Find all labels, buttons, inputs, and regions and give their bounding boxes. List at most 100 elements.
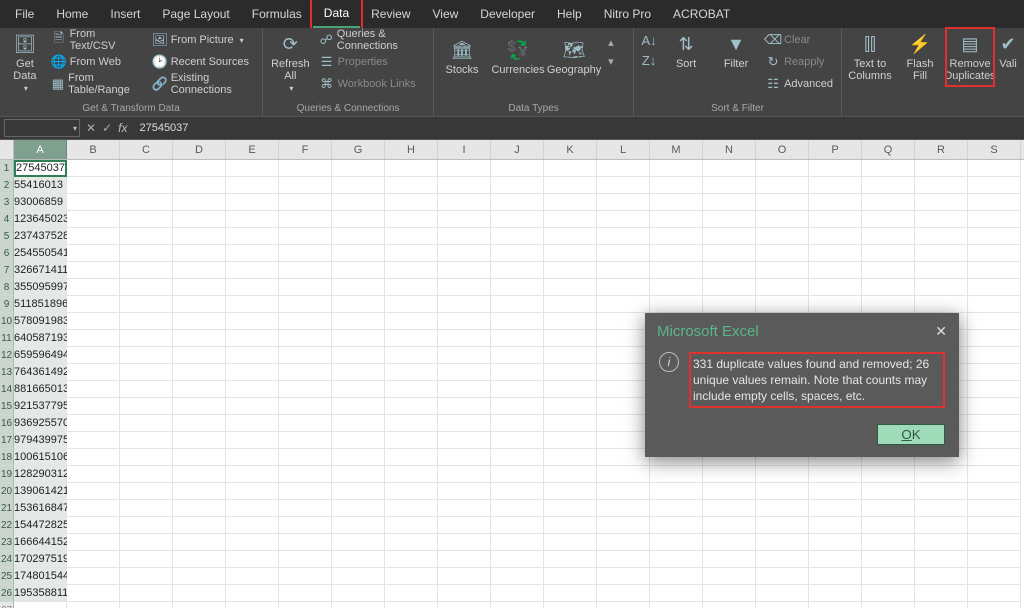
cell[interactable] <box>226 211 279 228</box>
cell[interactable] <box>968 330 1021 347</box>
cell[interactable] <box>968 534 1021 551</box>
cell[interactable] <box>67 500 120 517</box>
cell[interactable] <box>14 602 67 608</box>
cell[interactable] <box>120 551 173 568</box>
cell[interactable] <box>67 262 120 279</box>
cell[interactable] <box>650 534 703 551</box>
cell[interactable] <box>226 296 279 313</box>
col-header-S[interactable]: S <box>968 140 1021 159</box>
cell[interactable] <box>756 177 809 194</box>
cell[interactable] <box>173 262 226 279</box>
cell[interactable] <box>862 160 915 177</box>
cell[interactable] <box>67 347 120 364</box>
cell[interactable] <box>173 415 226 432</box>
stocks-button[interactable]: 🏛Stocks <box>440 36 484 78</box>
cell[interactable] <box>279 551 332 568</box>
cell[interactable] <box>173 500 226 517</box>
cell[interactable] <box>915 466 968 483</box>
cell[interactable] <box>67 296 120 313</box>
cell[interactable] <box>650 602 703 608</box>
cell[interactable] <box>67 228 120 245</box>
cell[interactable] <box>544 160 597 177</box>
cell[interactable] <box>173 177 226 194</box>
cell[interactable] <box>809 194 862 211</box>
cell[interactable] <box>438 483 491 500</box>
cell[interactable] <box>67 517 120 534</box>
col-header-O[interactable]: O <box>756 140 809 159</box>
cell[interactable] <box>385 296 438 313</box>
row-header[interactable]: 23 <box>0 534 14 551</box>
cell[interactable] <box>279 313 332 330</box>
cell[interactable] <box>226 602 279 608</box>
cell[interactable] <box>385 313 438 330</box>
cell[interactable] <box>544 279 597 296</box>
cell[interactable] <box>491 500 544 517</box>
cell[interactable] <box>544 347 597 364</box>
cell[interactable] <box>279 466 332 483</box>
cell[interactable] <box>862 279 915 296</box>
cell[interactable] <box>756 534 809 551</box>
cell[interactable] <box>491 296 544 313</box>
cell[interactable] <box>597 585 650 602</box>
cell[interactable]: 355095997 <box>14 279 67 296</box>
cell[interactable] <box>968 194 1021 211</box>
cell[interactable] <box>544 194 597 211</box>
cell[interactable] <box>597 534 650 551</box>
cell[interactable] <box>173 466 226 483</box>
cell[interactable] <box>544 466 597 483</box>
confirm-entry-icon[interactable]: ✓ <box>102 121 112 135</box>
cell[interactable] <box>544 296 597 313</box>
cell[interactable] <box>226 177 279 194</box>
cell[interactable] <box>438 160 491 177</box>
cell[interactable] <box>915 160 968 177</box>
cell[interactable] <box>862 568 915 585</box>
cell[interactable] <box>491 347 544 364</box>
cell[interactable] <box>809 568 862 585</box>
tab-formulas[interactable]: Formulas <box>241 0 313 28</box>
cell[interactable] <box>491 262 544 279</box>
cell[interactable] <box>332 194 385 211</box>
from-picture-button[interactable]: 🖼From Picture <box>151 30 256 50</box>
row-header[interactable]: 13 <box>0 364 14 381</box>
cell[interactable] <box>120 160 173 177</box>
cell[interactable] <box>332 330 385 347</box>
cell[interactable] <box>597 500 650 517</box>
cell[interactable] <box>438 432 491 449</box>
cell[interactable] <box>332 585 385 602</box>
cell[interactable] <box>120 381 173 398</box>
cell[interactable] <box>385 347 438 364</box>
cell[interactable] <box>650 296 703 313</box>
recent-sources-button[interactable]: 🕑Recent Sources <box>151 52 256 72</box>
cell[interactable] <box>491 568 544 585</box>
cell[interactable] <box>226 466 279 483</box>
cell[interactable] <box>279 483 332 500</box>
cell[interactable] <box>915 602 968 608</box>
row-header[interactable]: 11 <box>0 330 14 347</box>
cell[interactable] <box>120 211 173 228</box>
cell[interactable] <box>915 483 968 500</box>
cell[interactable] <box>491 211 544 228</box>
cell[interactable] <box>544 483 597 500</box>
cell[interactable] <box>120 177 173 194</box>
cell[interactable]: 1390614217 <box>14 483 67 500</box>
tab-acrobat[interactable]: ACROBAT <box>662 0 741 28</box>
cell[interactable] <box>597 228 650 245</box>
cell[interactable] <box>491 449 544 466</box>
cell[interactable] <box>650 160 703 177</box>
cell[interactable] <box>120 279 173 296</box>
cell[interactable] <box>968 517 1021 534</box>
cell[interactable] <box>332 602 385 608</box>
cell[interactable] <box>915 279 968 296</box>
cell[interactable] <box>491 160 544 177</box>
row-header[interactable]: 1 <box>0 160 14 177</box>
cell[interactable] <box>438 177 491 194</box>
cell[interactable] <box>703 602 756 608</box>
ok-button[interactable]: OK <box>877 424 945 445</box>
cell[interactable] <box>862 194 915 211</box>
cell[interactable] <box>968 551 1021 568</box>
fx-icon[interactable]: fx <box>118 121 127 135</box>
cell[interactable] <box>703 211 756 228</box>
cell[interactable] <box>332 381 385 398</box>
cell[interactable] <box>120 194 173 211</box>
cell[interactable] <box>385 415 438 432</box>
